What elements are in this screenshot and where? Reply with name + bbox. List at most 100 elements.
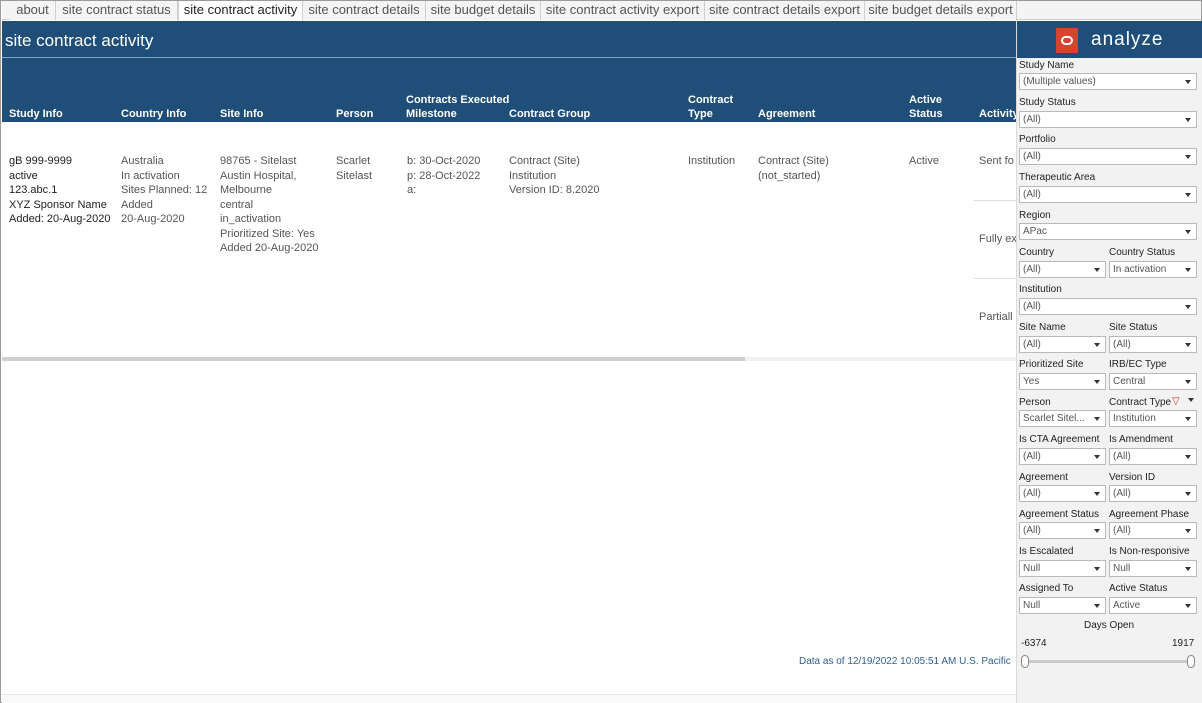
tab-site-budget-details-export[interactable]: site budget details export	[865, 1, 1017, 20]
site-city: Melbourne	[220, 184, 272, 196]
therapeutic-area-select[interactable]: (All)	[1019, 186, 1197, 203]
chevron-down-icon	[1185, 80, 1191, 84]
days-open-slider-track[interactable]	[1025, 660, 1193, 663]
col-header-contract-group[interactable]: Contract Group	[509, 107, 590, 121]
days-open-max-handle[interactable]	[1187, 655, 1195, 668]
is-cta-agreement-label: Is CTA Agreement	[1019, 434, 1100, 445]
agreement-select[interactable]: (All)	[1019, 485, 1106, 502]
col-header-contracts-executed[interactable]: Contracts Executed	[406, 93, 509, 107]
site-prioritized: Prioritized Site: Yes	[220, 227, 315, 240]
chevron-down-icon	[1185, 343, 1191, 347]
agreement-phase-select[interactable]: (All)	[1109, 522, 1197, 539]
sites-planned: Sites Planned: 12	[121, 184, 208, 196]
is-cta-agreement-select[interactable]: (All)	[1019, 448, 1106, 465]
prioritized-site-select[interactable]: Yes	[1019, 373, 1106, 390]
study-status-value: (All)	[1023, 114, 1041, 125]
is-escalated-select[interactable]: Null	[1019, 560, 1106, 577]
assigned-to-select[interactable]: Null	[1019, 597, 1106, 614]
active-status-cell: Active	[909, 155, 939, 167]
col-header-agreement[interactable]: Agreement	[758, 107, 815, 121]
chevron-down-icon	[1094, 529, 1100, 533]
chevron-down-icon	[1185, 380, 1191, 384]
portfolio-select[interactable]: (All)	[1019, 148, 1197, 165]
col-header-active-status-line2[interactable]: Status	[909, 107, 943, 121]
prioritized-site-value: Yes	[1023, 376, 1040, 387]
therapeutic-area-value: (All)	[1023, 189, 1041, 200]
site-status-value: (All)	[1113, 339, 1131, 350]
days-open-label: Days Open	[1084, 620, 1135, 631]
irb-ec-type-select[interactable]: Central	[1109, 373, 1197, 390]
milestone-planned: p: 28-Oct-2022	[407, 169, 481, 182]
tab-about[interactable]: about	[10, 1, 56, 20]
site-status-label: Site Status	[1109, 322, 1158, 333]
activity-divider	[974, 278, 1016, 279]
agreement-phase-label: Agreement Phase	[1109, 509, 1190, 520]
chevron-down-icon	[1094, 492, 1100, 496]
region-select[interactable]: APac	[1019, 223, 1197, 240]
activity-item: Partiall	[979, 311, 1013, 323]
active-status-select[interactable]: Active	[1109, 597, 1197, 614]
site-added: Added 20-Aug-2020	[220, 242, 319, 254]
col-header-person[interactable]: Person	[336, 107, 373, 121]
study-status-select[interactable]: (All)	[1019, 111, 1197, 128]
country-status-select[interactable]: In activation	[1109, 261, 1197, 278]
col-header-milestone[interactable]: Milestone	[406, 107, 457, 121]
activity-item: Sent fo	[979, 155, 1014, 167]
tab-site-contract-activity[interactable]: site contract activity	[178, 1, 303, 21]
contract-type-filter-value: Institution	[1113, 413, 1156, 424]
country-select[interactable]: (All)	[1019, 261, 1106, 278]
is-amendment-value: (All)	[1113, 451, 1131, 462]
site-status-select[interactable]: (All)	[1109, 336, 1197, 353]
institution-select[interactable]: (All)	[1019, 298, 1197, 315]
agreement-phase: (not_started)	[758, 169, 821, 182]
col-header-contract-type-line2[interactable]: Type	[688, 107, 713, 121]
irb-ec-type-label: IRB/EC Type	[1109, 359, 1167, 370]
site-name-select[interactable]: (All)	[1019, 336, 1106, 353]
portfolio-label: Portfolio	[1019, 134, 1056, 145]
filter-menu-icon[interactable]	[1188, 398, 1194, 402]
irb-ec-type-value: Central	[1113, 376, 1146, 387]
tab-site-contract-activity-export[interactable]: site contract activity export	[541, 1, 705, 20]
activity-divider	[974, 200, 1016, 201]
version-id-select[interactable]: (All)	[1109, 485, 1197, 502]
days-open-min-handle[interactable]	[1021, 655, 1029, 668]
col-header-contract-type-line1[interactable]: Contract	[688, 93, 733, 107]
contract-group-name: Contract (Site)	[509, 155, 580, 167]
tab-site-contract-details[interactable]: site contract details	[303, 1, 426, 20]
contract-type-cell: Institution	[688, 155, 736, 167]
country-value: (All)	[1023, 264, 1041, 275]
person-filter-label: Person	[1019, 397, 1051, 408]
agreement-cell: Contract (Site) (not_started)	[758, 154, 829, 183]
chevron-down-icon	[1094, 343, 1100, 347]
clear-filter-icon[interactable]: ▽	[1172, 397, 1180, 407]
person-last: Sitelast	[336, 169, 373, 182]
agreement-filter-value: (All)	[1023, 488, 1041, 499]
chevron-down-icon	[1094, 455, 1100, 459]
country-status-label: Country Status	[1109, 247, 1176, 258]
col-header-site-info[interactable]: Site Info	[220, 107, 263, 121]
country-name: Australia	[121, 155, 164, 167]
tab-site-contract-details-export[interactable]: site contract details export	[705, 1, 865, 20]
assigned-to-label: Assigned To	[1019, 583, 1074, 594]
agreement-status-label: Agreement Status	[1019, 509, 1100, 520]
days-open-max: 1917	[1172, 638, 1195, 649]
horizontal-scrollbar-thumb[interactable]	[2, 357, 745, 361]
assigned-to-value: Null	[1023, 600, 1041, 611]
is-amendment-select[interactable]: (All)	[1109, 448, 1197, 465]
contract-version: Version ID: 8.2020	[509, 184, 600, 196]
study-name-select[interactable]: (Multiple values)	[1019, 73, 1197, 90]
site-status: in_activation	[220, 213, 282, 225]
chevron-down-icon	[1185, 193, 1191, 197]
agreement-status-select[interactable]: (All)	[1019, 522, 1106, 539]
tab-site-budget-details[interactable]: site budget details	[426, 1, 541, 20]
contract-type-select[interactable]: Institution	[1109, 410, 1197, 427]
is-non-responsive-select[interactable]: Null	[1109, 560, 1197, 577]
col-header-study-info[interactable]: Study Info	[9, 107, 63, 121]
col-header-active-status-line1[interactable]: Active	[909, 93, 942, 107]
data-as-of-text: Data as of 12/19/2022 10:05:51 AM U.S. P…	[799, 656, 1011, 667]
col-header-country-info[interactable]: Country Info	[121, 107, 186, 121]
col-header-activity[interactable]: Activity	[979, 107, 1016, 121]
person-select[interactable]: Scarlet Sitel...	[1019, 410, 1106, 427]
tab-site-contract-status[interactable]: site contract status	[56, 1, 178, 20]
agreement-status-value: (All)	[1023, 525, 1041, 536]
